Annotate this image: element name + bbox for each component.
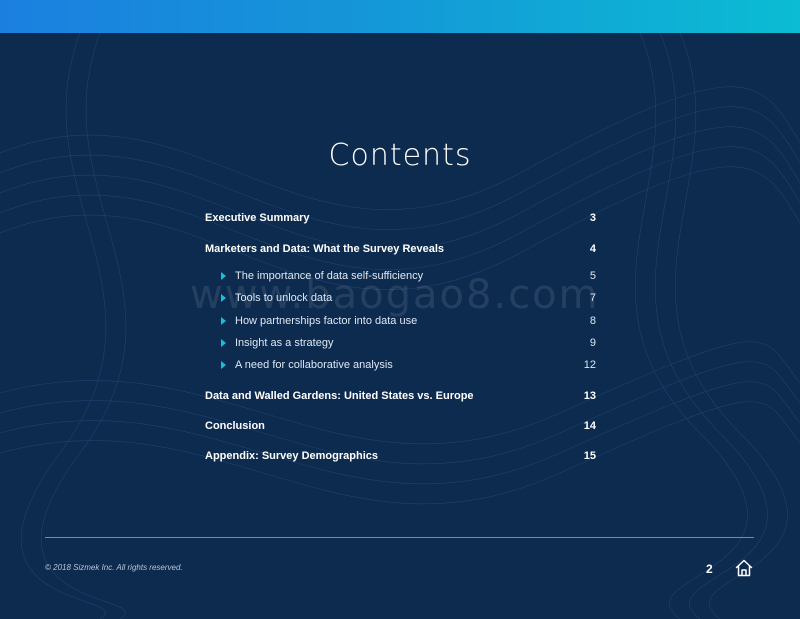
toc-subitem-text: A need for collaborative analysis (205, 359, 393, 371)
toc-item-executive-summary[interactable]: Executive Summary 3 (205, 208, 596, 228)
toc-item-page: 5 (589, 270, 596, 282)
caret-right-icon (221, 339, 226, 347)
caret-right-icon (221, 361, 226, 369)
toc-subitem-text: The importance of data self-sufficiency (205, 270, 423, 282)
header-gradient-bar (0, 0, 800, 33)
toc-item-page: 15 (583, 450, 596, 462)
toc-subitem-label: Tools to unlock data (235, 292, 333, 304)
toc-item-page: 14 (583, 420, 596, 432)
toc-subitem-label: Insight as a strategy (235, 337, 334, 349)
toc-subitem-self-sufficiency[interactable]: The importance of data self-sufficiency … (205, 266, 596, 286)
toc-subitem-text: How partnerships factor into data use (205, 315, 417, 327)
toc-subitem-collaborative-analysis[interactable]: A need for collaborative analysis 12 (205, 355, 596, 375)
toc-item-page: 9 (589, 337, 596, 349)
toc-item-label: Conclusion (205, 420, 265, 432)
toc-item-page: 12 (583, 359, 596, 371)
toc-item-marketers-and-data[interactable]: Marketers and Data: What the Survey Reve… (205, 239, 596, 259)
toc-subitem-partnerships[interactable]: How partnerships factor into data use 8 (205, 311, 596, 331)
toc-subitem-label: The importance of data self-sufficiency (235, 270, 424, 282)
toc-item-page: 7 (589, 292, 596, 304)
copyright-text: © 2018 Sizmek Inc. All rights reserved. (45, 563, 183, 572)
page-title: Contents (328, 138, 472, 173)
toc-item-page: 4 (589, 243, 596, 255)
toc-item-appendix[interactable]: Appendix: Survey Demographics 15 (205, 446, 596, 466)
toc-subitem-label: A need for collaborative analysis (235, 359, 393, 371)
toc-subitem-insight[interactable]: Insight as a strategy 9 (205, 333, 596, 353)
toc-item-label: Executive Summary (205, 212, 310, 224)
caret-right-icon (221, 294, 226, 302)
toc-item-page: 13 (583, 390, 596, 402)
page-number: 2 (706, 562, 713, 576)
toc-item-walled-gardens[interactable]: Data and Walled Gardens: United States v… (205, 386, 596, 406)
toc-subitem-label: How partnerships factor into data use (235, 315, 418, 327)
home-icon[interactable] (734, 558, 754, 578)
toc-subitem-tools[interactable]: Tools to unlock data 7 (205, 288, 596, 308)
toc-item-label: Data and Walled Gardens: United States v… (205, 390, 474, 402)
toc-subitem-text: Insight as a strategy (205, 337, 333, 349)
caret-right-icon (221, 317, 226, 325)
footer-divider (45, 537, 754, 538)
toc-item-page: 8 (589, 315, 596, 327)
toc-subitem-text: Tools to unlock data (205, 292, 332, 304)
toc-item-label: Marketers and Data: What the Survey Reve… (205, 243, 445, 255)
toc-item-page: 3 (589, 212, 596, 224)
caret-right-icon (221, 272, 226, 280)
toc-item-label: Appendix: Survey Demographics (205, 450, 378, 462)
toc-item-conclusion[interactable]: Conclusion 14 (205, 416, 596, 436)
